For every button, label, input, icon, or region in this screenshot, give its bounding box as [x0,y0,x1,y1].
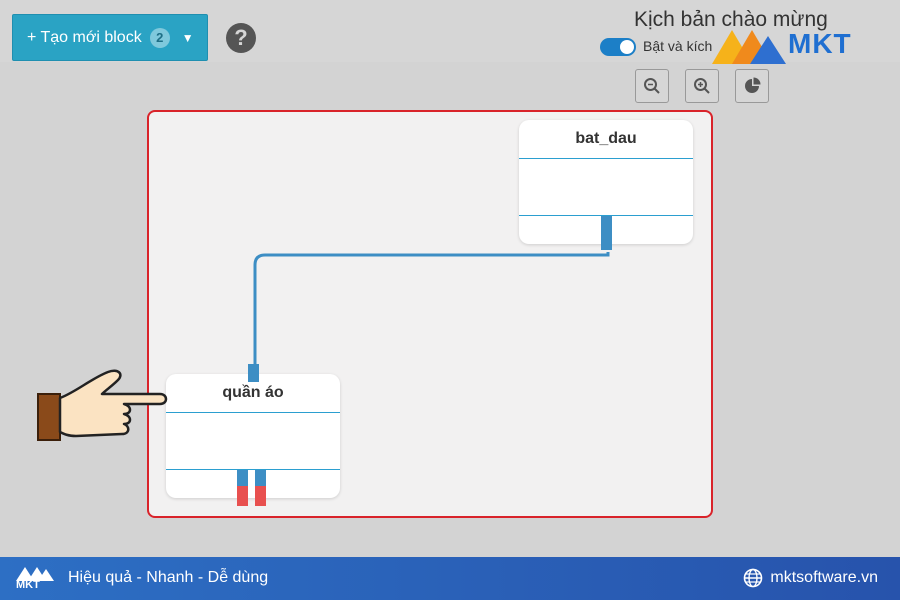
fit-view-button[interactable] [735,69,769,103]
zoom-in-button[interactable] [685,69,719,103]
output-port-1[interactable] [237,470,248,506]
footer-website-link[interactable]: mktsoftware.vn [770,569,878,587]
toggle-label: Bật và kích [643,38,713,54]
create-block-label: + Tạo mới block [27,28,142,46]
block-title: bat_dau [519,120,693,159]
flow-canvas[interactable]: bat_dau quần áo [147,110,713,518]
pie-chart-icon [745,77,761,93]
block-body [166,413,340,470]
chevron-down-icon[interactable]: ▼ [182,31,194,45]
block-count-badge: 2 [149,27,170,48]
brand-logo: MKT [710,22,880,68]
scenario-toggle[interactable] [600,38,636,56]
block-bat-dau[interactable]: bat_dau [519,120,693,250]
footer-tagline: Hiệu quả - Nhanh - Dễ dùng [68,569,269,586]
footer-bar: MKT Hiệu quả - Nhanh - Dễ dùng mktsoftwa… [0,557,900,600]
block-body [519,159,693,216]
toggle-knob [620,40,634,54]
footer-logo-text: MKT [16,579,40,591]
pointing-hand-icon [37,369,168,441]
globe-icon [743,568,763,588]
mkt-logo-mark [712,30,786,64]
zoom-out-icon [644,78,660,94]
logo-text: MKT [788,28,852,59]
output-port-2[interactable] [255,470,266,506]
create-block-button[interactable]: + Tạo mới block 2 ▼ [12,14,208,61]
zoom-out-button[interactable] [635,69,669,103]
input-port[interactable] [248,364,259,382]
zoom-in-icon [694,78,710,94]
question-icon[interactable]: ? [226,23,256,53]
output-port[interactable] [601,216,612,250]
block-quan-ao[interactable]: quần áo [166,364,340,506]
block-footer [166,470,340,498]
